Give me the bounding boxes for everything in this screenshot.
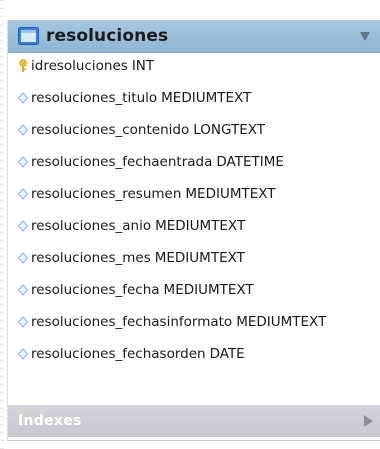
nullable-column-icon [17,91,29,105]
column-type: LONGTEXT [193,122,265,138]
column-row[interactable]: resoluciones_fechasinformato MEDIUMTEXT [8,312,326,332]
column-name: resoluciones_resumen [31,186,182,202]
nullable-column-icon [17,187,29,201]
diagram-canvas: resoluciones idresoluciones INT resoluci… [0,0,380,449]
collapse-arrow-icon[interactable] [360,31,370,41]
column-type: DATE [209,346,245,362]
table-resoluciones[interactable]: resoluciones idresoluciones INT resoluci… [7,20,380,441]
nullable-column-icon [17,283,29,297]
column-name: resoluciones_contenido [31,122,190,138]
column-name: resoluciones_mes [31,250,151,266]
column-name: resoluciones_fecha [31,282,160,298]
column-name: idresoluciones [31,58,128,74]
table-header[interactable]: resoluciones [8,20,380,53]
table-name: resoluciones [46,26,169,46]
column-row[interactable]: resoluciones_fechaentrada DATETIME [8,152,284,172]
column-row[interactable]: resoluciones_resumen MEDIUMTEXT [8,184,276,204]
indexes-label: Indexes [18,413,82,429]
nullable-column-icon [17,347,29,361]
table-icon [18,27,39,45]
column-type: MEDIUMTEXT [161,90,252,106]
nullable-column-icon [17,251,29,265]
expand-arrow-icon[interactable] [364,415,373,427]
column-name: resoluciones_anio [31,218,152,234]
column-name: resoluciones_titulo [31,90,158,106]
column-type: MEDIUMTEXT [185,186,276,202]
column-row[interactable]: idresoluciones INT [8,56,154,76]
column-row[interactable]: resoluciones_fecha MEDIUMTEXT [8,280,254,300]
column-name: resoluciones_fechasinformato [31,314,233,330]
column-type: MEDIUMTEXT [163,282,254,298]
column-name: resoluciones_fechaentrada [31,154,213,170]
nullable-column-icon [17,315,29,329]
nullable-column-icon [17,123,29,137]
column-row[interactable]: resoluciones_titulo MEDIUMTEXT [8,88,251,108]
column-name: resoluciones_fechasorden [31,346,206,362]
column-type: DATETIME [216,154,284,170]
column-row[interactable]: resoluciones_anio MEDIUMTEXT [8,216,245,236]
column-type: MEDIUMTEXT [154,250,245,266]
column-type: INT [131,58,155,74]
column-row[interactable]: resoluciones_mes MEDIUMTEXT [8,248,245,268]
column-type: MEDIUMTEXT [236,314,327,330]
nullable-column-icon [17,155,29,169]
column-row[interactable]: resoluciones_contenido LONGTEXT [8,120,265,140]
column-row[interactable]: resoluciones_fechasorden DATE [8,344,245,364]
column-type: MEDIUMTEXT [155,218,246,234]
indexes-section[interactable]: Indexes [8,405,380,437]
nullable-column-icon [17,219,29,233]
primary-key-icon [18,59,28,73]
